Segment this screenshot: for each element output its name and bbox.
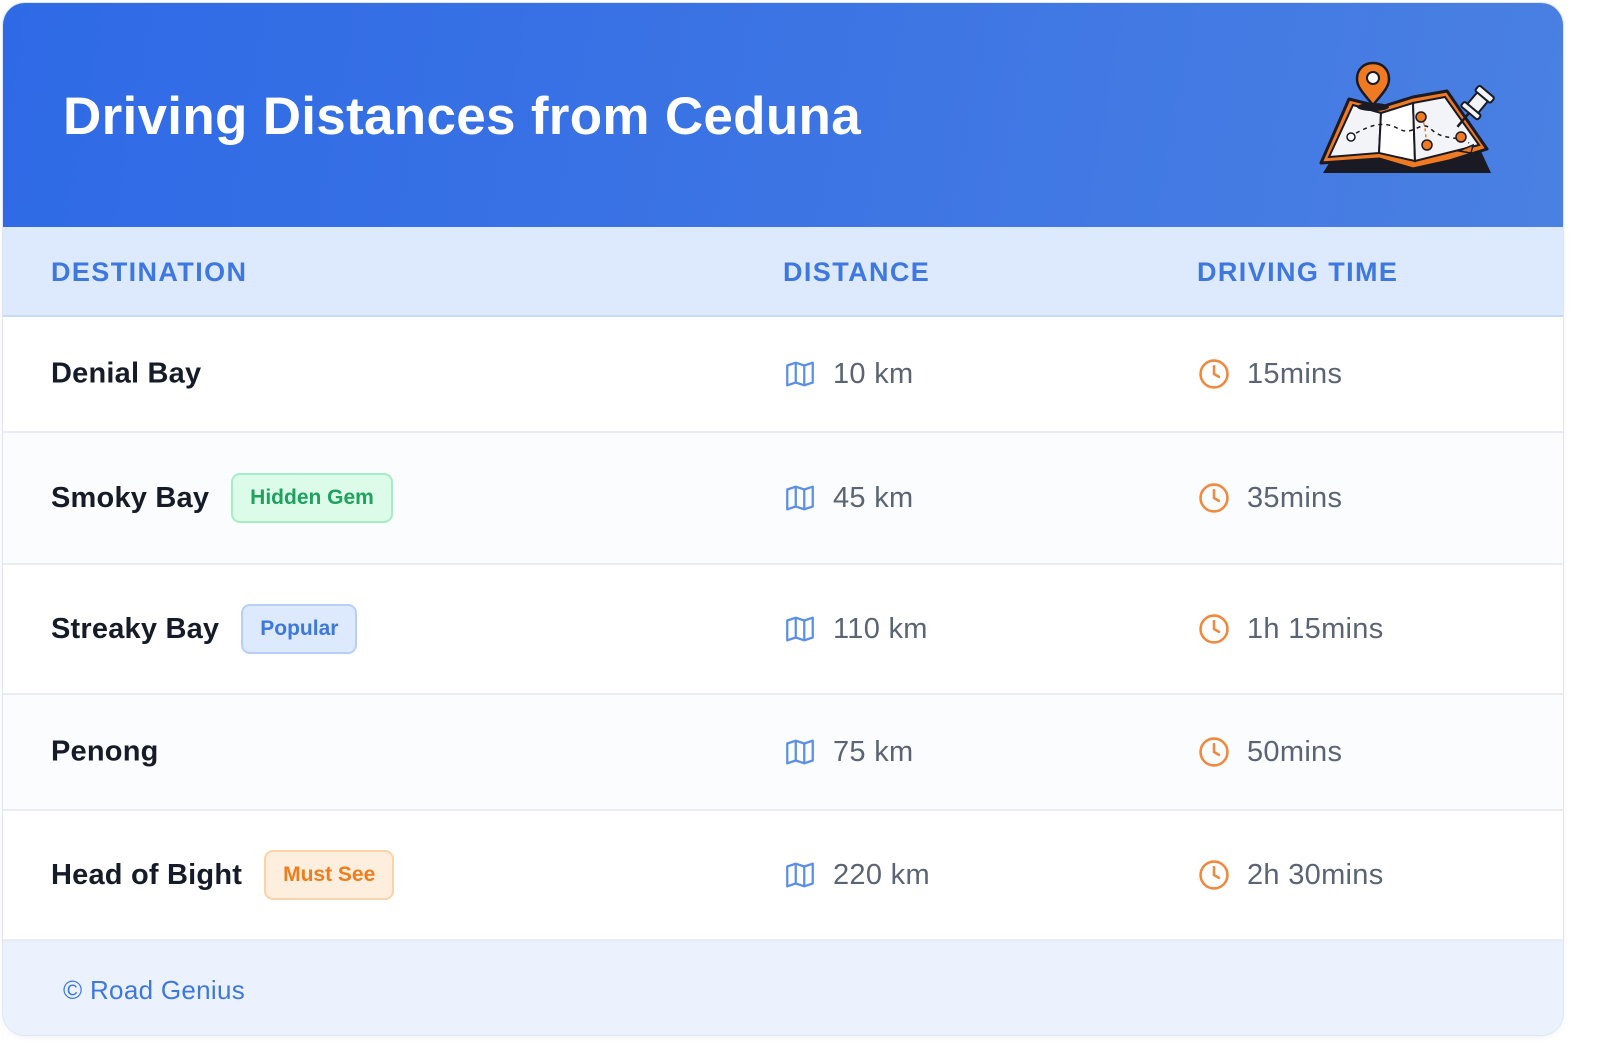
map-icon [786,862,814,888]
clock-icon [1199,737,1229,767]
distance-cell: 220 km [783,858,930,892]
hidden-gem-badge: Hidden Gem [231,473,393,523]
clock-icon [1199,614,1229,644]
destination-cell: Penong [51,736,159,769]
map-icon [786,739,814,765]
table-row: Smoky Bay Hidden Gem 45 km 35mins [3,433,1563,565]
footer-credit: © Road Genius [63,975,246,1005]
destination-cell: Denial Bay [51,358,201,391]
driving-time-value: 15mins [1247,357,1343,390]
table-row: Denial Bay 10 km 15mins [3,317,1563,433]
table-row: Head of Bight Must See 220 km 2h 30mins [3,811,1563,941]
driving-time-cell: 1h 15mins [1197,612,1384,646]
table-row: Penong 75 km 50mins [3,695,1563,811]
distance-cell: 110 km [783,612,928,646]
map-icon [786,616,814,642]
card-header: Driving Distances from Ceduna [3,3,1563,227]
clock-icon [1199,483,1229,513]
clock-icon [1199,860,1229,890]
driving-time-cell: 2h 30mins [1197,858,1384,892]
driving-time-value: 35mins [1247,481,1343,514]
destination-name: Penong [51,735,159,768]
distance-value: 10 km [833,357,914,390]
distance-card: Driving Distances from Ceduna DESTINATIO… [3,3,1563,1035]
column-header-distance: DISTANCE [783,257,931,287]
distance-value: 75 km [833,735,914,768]
destination-cell: Smoky Bay Hidden Gem [51,473,393,523]
map-with-pins-icon [1319,61,1495,173]
column-header-driving-time: DRIVING TIME [1197,257,1399,287]
destination-name: Smoky Bay [51,481,210,514]
card-footer: © Road Genius [3,941,1563,1035]
driving-time-cell: 15mins [1197,357,1342,391]
distance-cell: 10 km [783,357,913,391]
driving-time-value: 2h 30mins [1247,858,1384,891]
destination-name: Denial Bay [51,357,202,390]
destination-cell: Streaky Bay Popular [51,604,358,654]
column-header-destination: DESTINATION [51,257,248,287]
page-title: Driving Distances from Ceduna [63,87,861,146]
distance-value: 220 km [833,858,930,891]
distance-value: 45 km [833,481,914,514]
clock-icon [1199,359,1229,389]
distance-cell: 75 km [783,735,913,769]
destination-name: Streaky Bay [51,612,220,645]
table-row: Streaky Bay Popular 110 km 1h 15mins [3,565,1563,695]
distance-cell: 45 km [783,481,913,515]
driving-time-cell: 35mins [1197,481,1342,515]
table-header: DESTINATION DISTANCE DRIVING TIME [3,227,1563,317]
destination-name: Head of Bight [51,858,243,891]
popular-badge: Popular [241,604,358,654]
driving-time-cell: 50mins [1197,735,1342,769]
distance-value: 110 km [833,612,928,645]
map-icon [786,361,814,387]
map-icon [786,485,814,511]
destination-cell: Head of Bight Must See [51,850,395,900]
driving-time-value: 50mins [1247,735,1343,768]
must-see-badge: Must See [264,850,395,900]
driving-time-value: 1h 15mins [1247,612,1384,645]
